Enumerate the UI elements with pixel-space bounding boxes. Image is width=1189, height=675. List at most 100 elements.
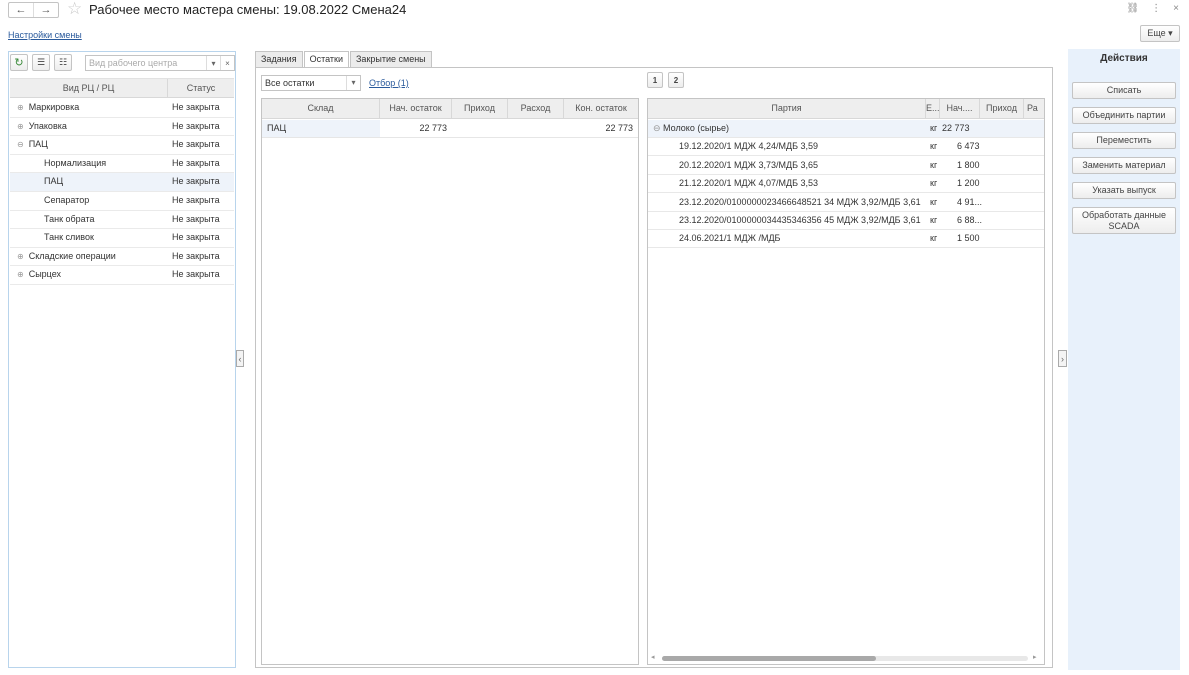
shift-settings-link[interactable]: Настройки смены [8,30,82,40]
action-button[interactable]: Переместить [1072,132,1176,149]
cell-unit: кг [930,159,938,170]
column-header-in[interactable]: Приход [980,99,1024,118]
column-header-warehouse[interactable]: Склад [262,99,380,118]
batch-label: 21.12.2020/1 МДЖ 4,07/МДБ 3,53 [679,178,818,189]
expand-icon[interactable]: ⊕ [17,122,24,131]
table-row[interactable]: 20.12.2020/1 МДЖ 3,73/МДБ 3,65 кг 1 800 [648,157,1044,175]
tree-row[interactable]: ⊕ Маркировка Не закрыта [10,99,234,118]
more-button[interactable]: Еще ▾ [1140,25,1180,42]
tree-row[interactable]: Танк сливок Не закрыта [10,229,234,248]
cell-unit: кг [930,233,938,244]
cell-start: 6 473 [957,141,980,152]
action-button[interactable]: Объединить партии [1072,107,1176,124]
table-row[interactable]: ПАЦ 22 773 22 773 [262,120,638,138]
expand-icon[interactable]: ⊕ [17,252,24,261]
page-1-button[interactable]: 1 [647,72,663,88]
tree-view-icon[interactable]: ☷ [54,54,72,71]
tree-row-status: Не закрыта [172,157,220,168]
cell-start: 4 91... [957,196,983,207]
filter-link[interactable]: Отбор (1) [369,78,409,88]
scroll-right-icon[interactable]: ▸ [1033,653,1037,661]
work-center-search[interactable]: Вид рабочего центра ▾ × [85,55,235,71]
tab-balances[interactable]: Остатки [303,51,349,68]
tree-row[interactable]: Сепаратор Не закрыта [10,192,234,211]
cell-batch: 23.12.2020/0100000023466648521 34 МДЖ 3,… [679,194,925,211]
column-header-out[interactable]: Ра [1024,99,1044,118]
list-view-icon[interactable]: ☰ [32,54,50,71]
balance-filter-select[interactable]: Все остатки ▾ [261,75,361,91]
tree-row-name: Нормализация [44,158,106,168]
action-button[interactable]: Списать [1072,82,1176,99]
column-header-in[interactable]: Приход [452,99,508,118]
column-header-start[interactable]: Нач. остаток [380,99,452,118]
tree-row-label: Складские операции [28,250,116,261]
action-button[interactable]: Указать выпуск [1072,182,1176,199]
tree-row-name: ⊖ ПАЦ [17,139,48,149]
column-header-unit[interactable]: Е... [926,99,940,118]
column-header-status[interactable]: Статус [168,79,234,97]
collapse-left-icon[interactable]: ‹ [236,350,244,367]
batch-table-header: Партия Е... Нач.... Приход Ра [648,99,1044,119]
chevron-down-icon[interactable]: ▾ [346,76,360,90]
table-row[interactable]: 23.12.2020/0100000023466648521 34 МДЖ 3,… [648,194,1044,212]
cell-end: 22 773 [605,123,633,133]
tree-row[interactable]: Нормализация Не закрыта [10,155,234,174]
column-header-end[interactable]: Кон. остаток [564,99,638,118]
tree-row[interactable]: ⊕ Сырцех Не закрыта [10,266,234,285]
actions-title: Действия [1100,53,1148,64]
tab-shift-close[interactable]: Закрытие смены [350,51,432,67]
refresh-icon[interactable]: ↻ [10,54,28,71]
close-icon[interactable]: × [1173,3,1179,14]
scroll-thumb[interactable] [662,656,876,661]
tree-row[interactable]: Танк обрата Не закрыта [10,211,234,230]
tree-row[interactable]: ПАЦ Не закрыта [10,173,234,192]
tree-row-name: ⊕ Маркировка [17,102,79,112]
collapse-icon[interactable]: ⊖ [17,140,24,149]
tab-bar: Задания Остатки Закрытие смены [255,51,433,68]
back-arrow-icon[interactable]: ← [9,3,34,17]
cell-start: 1 200 [957,178,980,189]
tree-row[interactable]: ⊖ ПАЦ Не закрыта [10,136,234,155]
tree-row-label: Сырцех [28,269,62,280]
cell-batch: 20.12.2020/1 МДЖ 3,73/МДБ 3,65 [679,157,925,174]
cell-warehouse: ПАЦ [262,120,380,137]
tree-row-label: Сепаратор [44,195,90,205]
column-header-out[interactable]: Расход [508,99,564,118]
stock-table-header: Склад Нач. остаток Приход Расход Кон. ос… [262,99,638,119]
page-2-button[interactable]: 2 [668,72,684,88]
scroll-left-icon[interactable]: ◂ [651,653,655,661]
horizontal-scrollbar[interactable]: ◂ ▸ [648,653,1044,664]
collapse-icon[interactable]: ⊖ [653,123,663,133]
column-header-batch[interactable]: Партия [648,99,926,118]
tree-row-name: Танк обрата [44,214,95,224]
table-row[interactable]: 24.06.2021/1 МДЖ /МДБ кг 1 500 [648,230,1044,249]
tree-row-name: Танк сливок [44,232,94,242]
tab-tasks[interactable]: Задания [255,51,303,67]
column-header-type[interactable]: Вид РЦ / РЦ [10,79,168,97]
table-row[interactable]: 23.12.2020/0100000034435346356 45 МДЖ 3,… [648,212,1044,230]
cell-unit: кг [930,141,938,152]
expand-icon[interactable]: ⊕ [17,103,24,112]
link-icon[interactable]: ⛓ [1126,3,1139,14]
column-header-start[interactable]: Нач.... [940,99,980,118]
tree-row-name: Сепаратор [44,195,89,205]
action-button[interactable]: Обработать данные SCADA [1072,207,1176,234]
clear-icon[interactable]: × [220,56,234,70]
tree-row[interactable]: ⊕ Складские операции Не закрыта [10,248,234,267]
table-row[interactable]: ⊖ Молоко (сырье) кг 22 773 [648,120,1044,138]
favorite-star-icon[interactable]: ☆ [67,0,82,18]
batch-label: 19.12.2020/1 МДЖ 4,24/МДБ 3,59 [679,141,818,152]
cell-in [452,120,508,137]
tree-row[interactable]: ⊕ Упаковка Не закрыта [10,118,234,137]
search-input[interactable]: Вид рабочего центра [86,56,206,70]
expand-icon[interactable]: ⊕ [17,270,24,279]
table-row[interactable]: 19.12.2020/1 МДЖ 4,24/МДБ 3,59 кг 6 473 [648,138,1044,157]
more-menu-icon[interactable]: ⋮ [1151,3,1161,14]
tree-row-name: ⊕ Упаковка [17,121,67,131]
chevron-down-icon[interactable]: ▾ [206,56,220,70]
window-title: Рабочее место мастера смены: 19.08.2022 … [89,2,407,17]
table-row[interactable]: 21.12.2020/1 МДЖ 4,07/МДБ 3,53 кг 1 200 [648,175,1044,194]
forward-arrow-icon[interactable]: → [34,3,58,17]
action-button[interactable]: Заменить материал [1072,157,1176,174]
collapse-right-icon[interactable]: › [1058,350,1067,367]
